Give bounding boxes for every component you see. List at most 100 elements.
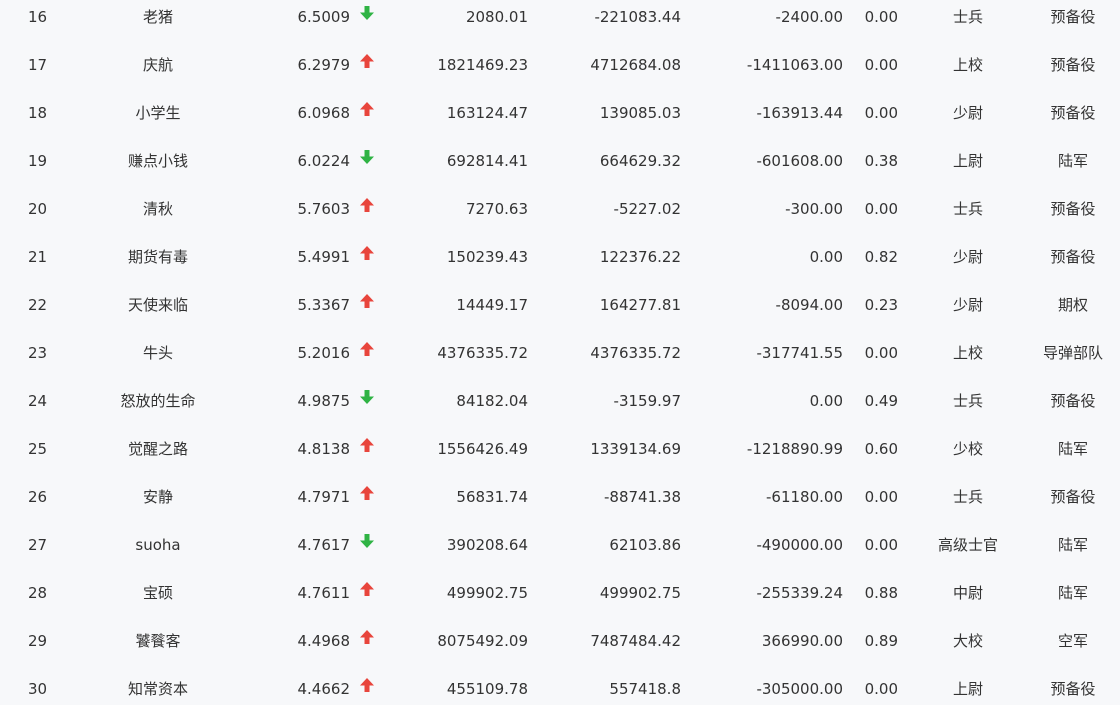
unit-cell: 预备役 (1050, 392, 1096, 410)
rank-cell: 23 (28, 344, 48, 362)
table-row[interactable]: 29 饕餮客 4.4968 8075492.09 7487484.42 366990.00… (0, 624, 1120, 672)
value-2-cell: -88741.38 (604, 488, 681, 506)
title-cell: 士兵 (952, 488, 983, 506)
value-3-cell: -300.00 (785, 200, 843, 218)
arrow-down-icon (359, 532, 377, 550)
score-cell: 4.7617 (297, 536, 351, 554)
rank-cell: 30 (28, 680, 48, 698)
score-cell: 4.4968 (297, 632, 351, 650)
value-1-cell: 84182.04 (456, 392, 528, 410)
value-4-cell: 0.00 (864, 200, 898, 218)
table-row[interactable]: 21 期货有毒 5.4991 150239.43 122376.22 0.00 0.82 少尉… (0, 240, 1120, 288)
title-cell: 少尉 (952, 248, 983, 266)
title-cell: 少校 (952, 440, 983, 458)
value-4-cell: 0.89 (864, 632, 898, 650)
rank-cell: 22 (28, 296, 48, 314)
arrow-up-icon (359, 292, 377, 310)
value-3-cell: -61180.00 (766, 488, 843, 506)
score-cell: 5.7603 (297, 200, 351, 218)
value-4-cell: 0.00 (864, 344, 898, 362)
value-1-cell: 150239.43 (446, 248, 528, 266)
arrow-up-icon (359, 628, 377, 646)
value-1-cell: 692814.41 (446, 152, 528, 170)
value-4-cell: 0.00 (864, 104, 898, 122)
value-3-cell: -1218890.99 (746, 440, 843, 458)
rank-cell: 25 (28, 440, 48, 458)
value-4-cell: 0.00 (864, 680, 898, 698)
value-3-cell: 0.00 (809, 248, 843, 266)
arrow-up-icon (359, 676, 377, 694)
value-3-cell: -2400.00 (775, 8, 843, 26)
title-cell: 中尉 (952, 584, 983, 602)
value-1-cell: 390208.64 (446, 536, 528, 554)
unit-cell: 期权 (1057, 296, 1088, 314)
unit-cell: 陆军 (1057, 440, 1088, 458)
table-row[interactable]: 28 宝硕 4.7611 499902.75 499902.75 -255339.24 0.… (0, 576, 1120, 624)
score-cell: 4.4662 (297, 680, 351, 698)
value-2-cell: 664629.32 (599, 152, 681, 170)
value-2-cell: 557418.8 (609, 680, 681, 698)
table-row[interactable]: 22 天使来临 5.3367 14449.17 164277.81 -8094.00 0.2… (0, 288, 1120, 336)
unit-cell: 陆军 (1057, 536, 1088, 554)
rank-cell: 26 (28, 488, 48, 506)
unit-cell: 预备役 (1050, 56, 1096, 74)
name-cell: 安静 (142, 488, 173, 506)
value-3-cell: -601608.00 (756, 152, 843, 170)
table-row[interactable]: 17 庆航 6.2979 1821469.23 4712684.08 -1411063.0… (0, 48, 1120, 96)
arrow-up-icon (359, 340, 377, 358)
rank-cell: 24 (28, 392, 48, 410)
title-cell: 士兵 (952, 200, 983, 218)
rank-cell: 16 (28, 8, 48, 26)
title-cell: 少尉 (952, 104, 983, 122)
table-row[interactable]: 24 怒放的生命 4.9875 84182.04 -3159.97 0.00 0.49 士兵 预… (0, 384, 1120, 432)
score-cell: 6.2979 (297, 56, 351, 74)
unit-cell: 导弹部队 (1042, 344, 1103, 362)
value-4-cell: 0.00 (864, 536, 898, 554)
arrow-up-icon (359, 484, 377, 502)
value-1-cell: 14449.17 (456, 296, 528, 314)
table-row[interactable]: 19 赚点小钱 6.0224 692814.41 664629.32 -601608.00… (0, 144, 1120, 192)
table-row[interactable]: 26 安静 4.7971 56831.74 -88741.38 -61180.00 0.00… (0, 480, 1120, 528)
unit-cell: 空军 (1057, 632, 1088, 650)
name-cell: 赚点小钱 (127, 152, 188, 170)
value-2-cell: -221083.44 (594, 8, 681, 26)
name-cell: 老猪 (142, 8, 173, 26)
value-2-cell: 4712684.08 (590, 56, 681, 74)
score-cell: 6.0968 (297, 104, 351, 122)
table-row[interactable]: 20 清秋 5.7603 7270.63 -5227.02 -300.00 0.00 士兵 预备… (0, 192, 1120, 240)
value-1-cell: 1556426.49 (437, 440, 528, 458)
value-2-cell: 62103.86 (609, 536, 681, 554)
value-2-cell: 1339134.69 (590, 440, 681, 458)
value-1-cell: 2080.01 (465, 8, 528, 26)
table-row[interactable]: 25 觉醒之路 4.8138 1556426.49 1339134.69 -1218890… (0, 432, 1120, 480)
value-2-cell: 164277.81 (599, 296, 681, 314)
name-cell: 庆航 (142, 56, 173, 74)
rank-cell: 18 (28, 104, 48, 122)
value-3-cell: 0.00 (809, 392, 843, 410)
table-row[interactable]: 16 老猪 6.5009 2080.01 -221083.44 -2400.00 0.00 士… (0, 0, 1120, 48)
value-3-cell: -305000.00 (756, 680, 843, 698)
unit-cell: 陆军 (1057, 152, 1088, 170)
score-cell: 5.3367 (297, 296, 351, 314)
table-row[interactable]: 18 小学生 6.0968 163124.47 139085.03 -163913.44 0… (0, 96, 1120, 144)
value-3-cell: -163913.44 (756, 104, 843, 122)
unit-cell: 预备役 (1050, 200, 1096, 218)
value-1-cell: 4376335.72 (437, 344, 528, 362)
name-cell: 饕餮客 (135, 632, 181, 650)
name-cell: 期货有毒 (127, 248, 188, 266)
title-cell: 士兵 (952, 392, 983, 410)
value-2-cell: 4376335.72 (590, 344, 681, 362)
title-cell: 士兵 (952, 8, 983, 26)
value-3-cell: -317741.55 (756, 344, 843, 362)
table-row[interactable]: 23 牛头 5.2016 4376335.72 4376335.72 -317741.55… (0, 336, 1120, 384)
arrow-up-icon (359, 196, 377, 214)
value-1-cell: 455109.78 (446, 680, 528, 698)
arrow-down-icon (359, 388, 377, 406)
table-row[interactable]: 30 知常资本 4.4662 455109.78 557418.8 -305000.00 0… (0, 672, 1120, 705)
name-cell: 牛头 (142, 344, 173, 362)
title-cell: 上校 (952, 344, 983, 362)
table-row[interactable]: 27 suoha 4.7617 390208.64 62103.86 -490000.00… (0, 528, 1120, 576)
value-3-cell: -490000.00 (756, 536, 843, 554)
rank-cell: 29 (28, 632, 48, 650)
score-cell: 5.2016 (297, 344, 351, 362)
